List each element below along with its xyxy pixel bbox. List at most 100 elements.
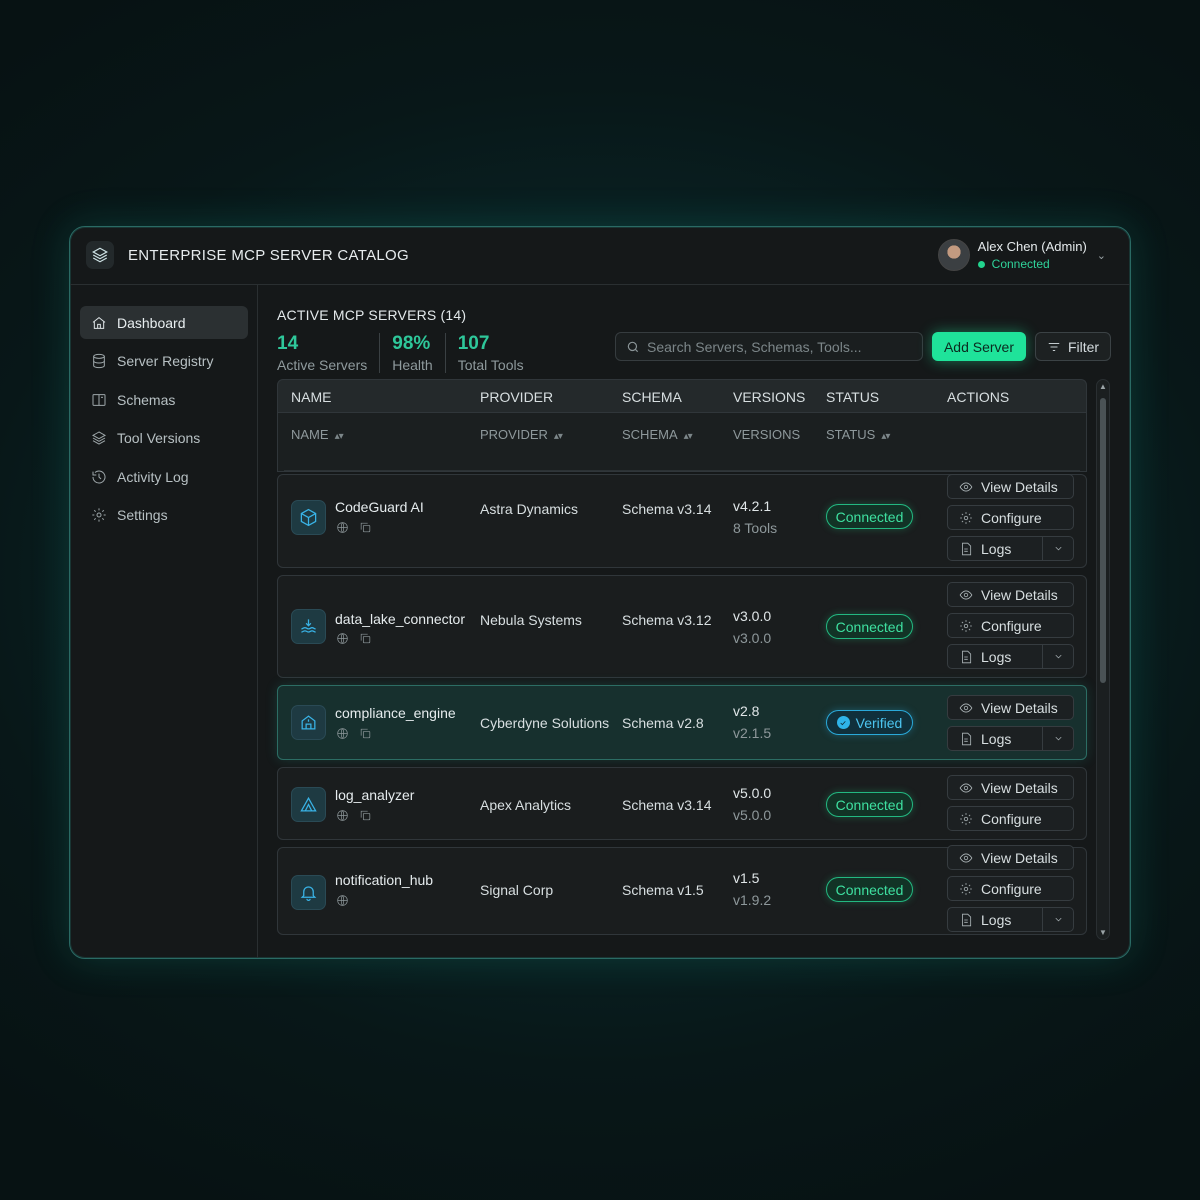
gear-icon bbox=[960, 882, 972, 895]
sidebar-item-schemas[interactable]: Schemas bbox=[80, 383, 248, 416]
version-cell: v4.2.1 bbox=[733, 498, 772, 514]
configure-button[interactable]: Configure bbox=[947, 613, 1074, 638]
schema-cell: Schema v3.14 bbox=[622, 501, 712, 517]
add-server-button[interactable]: Add Server bbox=[932, 332, 1026, 361]
table-row[interactable]: notification_hub Signal Corp Schema v1.5… bbox=[277, 845, 1087, 935]
sidebar-item-tool-versions[interactable]: Tool Versions bbox=[80, 422, 248, 455]
logs-dropdown-toggle[interactable] bbox=[1042, 908, 1073, 931]
server-name[interactable]: compliance_engine bbox=[335, 705, 456, 721]
copy-icon[interactable] bbox=[359, 727, 372, 740]
stat-value: 98% bbox=[392, 333, 431, 354]
connection-status-text: Connected bbox=[991, 257, 1050, 271]
logs-button[interactable]: Logs bbox=[947, 644, 1074, 669]
configure-button[interactable]: Configure bbox=[947, 806, 1074, 831]
eye-icon bbox=[959, 783, 973, 792]
provider-cell: Signal Corp bbox=[480, 882, 554, 898]
sidebar-item-server-registry[interactable]: Server Registry bbox=[80, 345, 248, 378]
search-input[interactable] bbox=[647, 338, 907, 355]
copy-icon[interactable] bbox=[359, 809, 372, 822]
column-header-schema: SCHEMA bbox=[622, 389, 682, 405]
sidebar-item-settings[interactable]: Settings bbox=[80, 499, 248, 532]
status-badge: Connected bbox=[826, 877, 913, 902]
sort-header-versions[interactable]: VERSIONS bbox=[733, 427, 800, 442]
button-label: Logs bbox=[981, 540, 1012, 557]
view-details-button[interactable]: View Details bbox=[947, 582, 1074, 607]
logs-button[interactable]: Logs bbox=[947, 536, 1074, 561]
version-sub-cell: v5.0.0 bbox=[733, 807, 772, 823]
button-label: View Details bbox=[981, 699, 1058, 716]
status-badge: Connected bbox=[826, 792, 913, 817]
gear-icon bbox=[92, 508, 106, 522]
filter-icon bbox=[1048, 342, 1060, 351]
button-label: View Details bbox=[981, 849, 1058, 866]
eye-icon bbox=[959, 853, 973, 862]
version-sub-cell: v3.0.0 bbox=[733, 630, 772, 646]
schema-cell: Schema v1.5 bbox=[622, 882, 704, 898]
schema-cell: Schema v3.14 bbox=[622, 797, 712, 813]
server-name[interactable]: CodeGuard AI bbox=[335, 499, 424, 515]
configure-button[interactable]: Configure bbox=[947, 876, 1074, 901]
table-row[interactable]: compliance_engine Cyberdyne Solutions Sc… bbox=[277, 685, 1087, 760]
logs-dropdown-toggle[interactable] bbox=[1042, 645, 1073, 668]
configure-button[interactable]: Configure bbox=[947, 505, 1074, 530]
sidebar-item-label: Tool Versions bbox=[117, 430, 201, 446]
button-label: Logs bbox=[981, 730, 1012, 747]
table-row[interactable]: data_lake_connector Nebula Systems Schem… bbox=[277, 575, 1087, 678]
globe-icon[interactable] bbox=[336, 809, 349, 822]
table-row[interactable]: log_analyzer Apex Analytics Schema v3.14… bbox=[277, 767, 1087, 840]
globe-icon[interactable] bbox=[336, 727, 349, 740]
globe-icon[interactable] bbox=[336, 521, 349, 534]
gear-icon bbox=[960, 511, 972, 524]
status-label: Verified bbox=[855, 714, 903, 731]
logs-dropdown-toggle[interactable] bbox=[1042, 727, 1073, 750]
filter-button[interactable]: Filter bbox=[1035, 332, 1111, 361]
logs-dropdown-toggle[interactable] bbox=[1042, 537, 1073, 560]
logs-button[interactable]: Logs bbox=[947, 907, 1074, 932]
copy-icon[interactable] bbox=[359, 632, 372, 645]
sort-header-name[interactable]: NAME ▴▾ bbox=[291, 427, 344, 442]
globe-icon[interactable] bbox=[336, 894, 349, 907]
chevron-down-icon bbox=[1055, 654, 1061, 659]
layers-icon bbox=[91, 431, 107, 445]
sort-header-status[interactable]: STATUS ▴▾ bbox=[826, 427, 890, 442]
version-cell: v2.8 bbox=[733, 703, 760, 719]
globe-icon[interactable] bbox=[336, 632, 349, 645]
gear-icon bbox=[960, 619, 972, 632]
column-header-status: STATUS bbox=[826, 389, 880, 405]
scroll-up-icon[interactable]: ▲ bbox=[1099, 382, 1107, 391]
server-name[interactable]: notification_hub bbox=[335, 872, 433, 888]
sort-header-label: SCHEMA bbox=[622, 427, 678, 442]
server-name[interactable]: log_analyzer bbox=[335, 787, 414, 803]
table-row[interactable]: CodeGuard AI Astra Dynamics Schema v3.14… bbox=[277, 474, 1087, 568]
table-scrollbar[interactable]: ▲ ▼ bbox=[1096, 379, 1110, 940]
button-label: Logs bbox=[981, 911, 1012, 928]
sidebar-item-activity-log[interactable]: Activity Log bbox=[80, 460, 248, 493]
provider-cell: Apex Analytics bbox=[480, 797, 572, 813]
scroll-down-icon[interactable]: ▼ bbox=[1099, 928, 1107, 937]
sort-icon: ▴▾ bbox=[881, 431, 890, 442]
sort-header-label: PROVIDER bbox=[480, 427, 548, 442]
top-bar: ENTERPRISE MCP SERVER CATALOG Alex Chen … bbox=[70, 227, 1130, 285]
server-meta-icons bbox=[336, 632, 382, 645]
schema-cell: Schema v3.12 bbox=[622, 612, 712, 628]
copy-icon[interactable] bbox=[359, 521, 372, 534]
chevron-down-icon bbox=[1055, 736, 1061, 741]
sidebar-item-dashboard[interactable]: Dashboard bbox=[80, 306, 248, 339]
logs-button[interactable]: Logs bbox=[947, 726, 1074, 751]
user-menu[interactable]: Alex Chen (Admin) Connected ⌄ bbox=[937, 239, 1106, 271]
version-cell: v5.0.0 bbox=[733, 785, 772, 801]
server-name[interactable]: data_lake_connector bbox=[335, 611, 465, 627]
status-dot-icon bbox=[977, 260, 985, 268]
version-sub-cell: v1.9.2 bbox=[733, 892, 772, 908]
version-cell: v1.5 bbox=[733, 870, 760, 886]
view-details-button[interactable]: View Details bbox=[947, 474, 1074, 499]
button-label: View Details bbox=[981, 586, 1058, 603]
view-details-button[interactable]: View Details bbox=[947, 775, 1074, 800]
view-details-button[interactable]: View Details bbox=[947, 845, 1074, 870]
history-icon bbox=[92, 470, 106, 483]
sort-header-schema[interactable]: SCHEMA ▴▾ bbox=[622, 427, 693, 442]
user-name: Alex Chen (Admin) bbox=[977, 239, 1087, 254]
view-details-button[interactable]: View Details bbox=[947, 695, 1074, 720]
sort-header-provider[interactable]: PROVIDER ▴▾ bbox=[480, 427, 563, 442]
scrollbar-thumb[interactable] bbox=[1100, 398, 1106, 683]
